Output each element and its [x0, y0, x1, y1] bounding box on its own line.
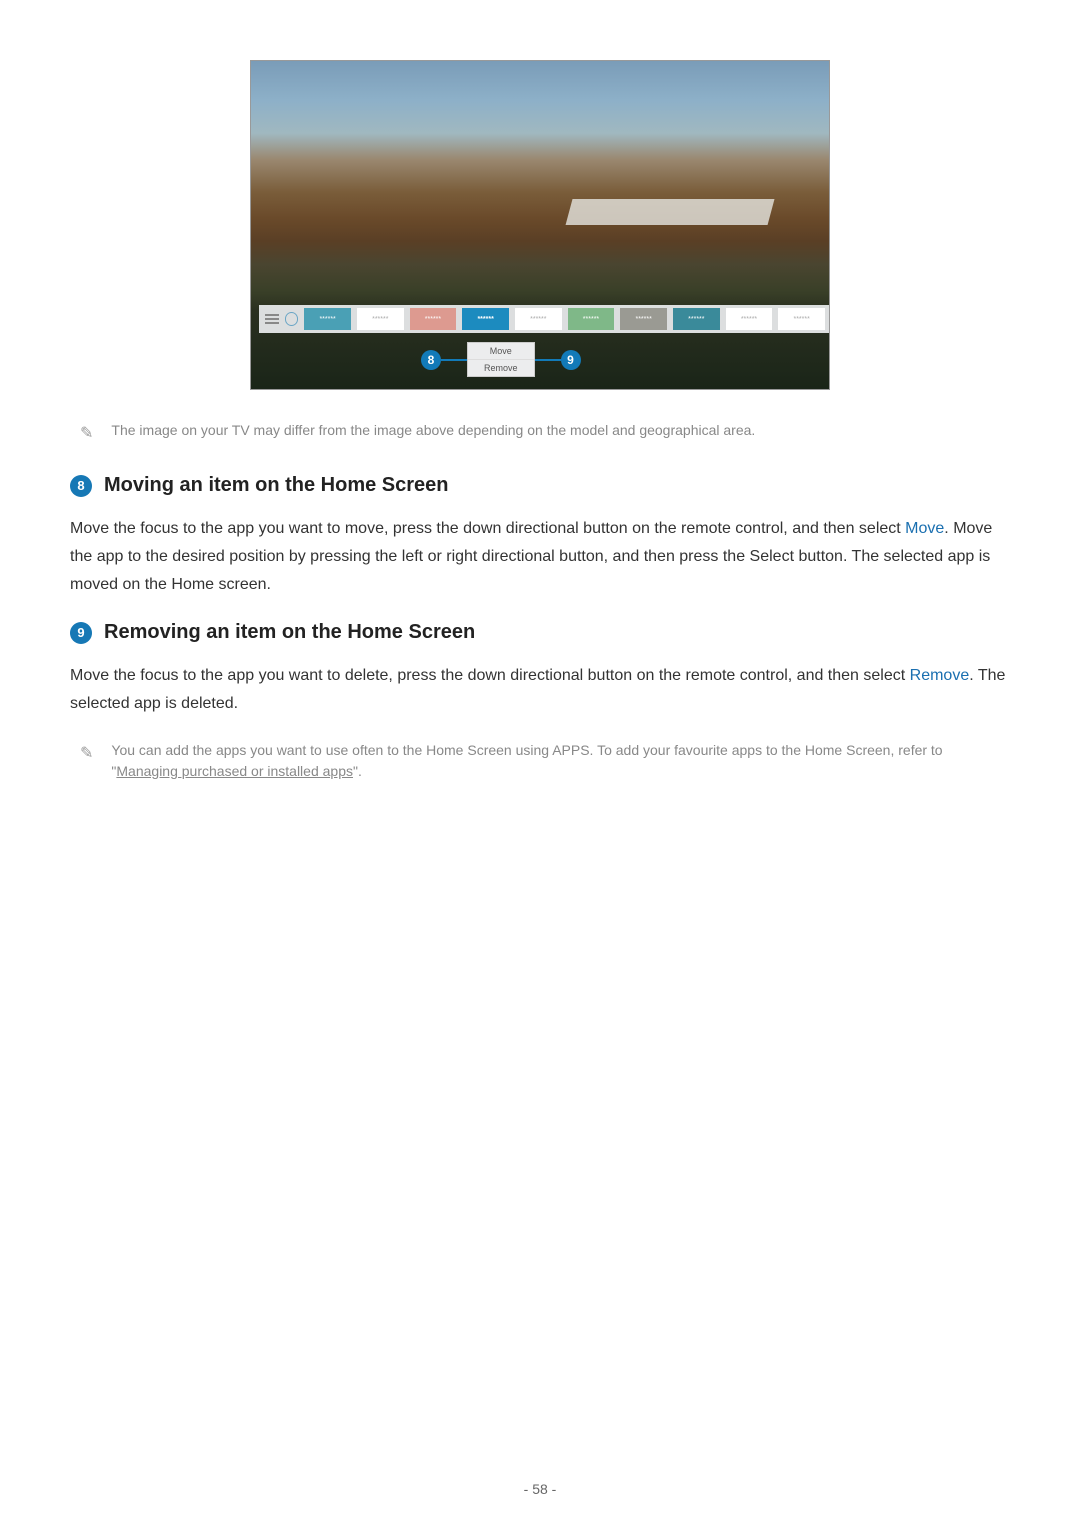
app-tile-selected: ****** [462, 308, 509, 330]
globe-icon [285, 312, 299, 326]
section-9-heading: 9 Removing an item on the Home Screen [70, 621, 1010, 644]
context-popup: Move Remove [467, 342, 535, 377]
highlight-move: Move [905, 520, 944, 537]
app-tile: ****** [568, 308, 615, 330]
app-tile: ****** [410, 308, 457, 330]
tv-screenshot-figure: ****** ****** ****** ****** ****** *****… [250, 60, 830, 390]
section-8-title: Moving an item on the Home Screen [104, 474, 449, 497]
app-tile: ****** [515, 308, 562, 330]
highlight-remove: Remove [910, 667, 970, 684]
mountain-graphic [565, 199, 774, 225]
app-tile: ****** [304, 308, 351, 330]
app-tile: ****** [726, 308, 773, 330]
app-tile: ****** [620, 308, 667, 330]
page-number: - 58 - [0, 1481, 1080, 1497]
section-9-title: Removing an item on the Home Screen [104, 621, 475, 644]
note-add-apps: ✎ You can add the apps you want to use o… [80, 740, 1010, 782]
callout-connector [535, 359, 561, 361]
callout-badge-8: 8 [421, 350, 441, 370]
menu-icon [265, 314, 279, 324]
note-image-differ: ✎ The image on your TV may differ from t… [80, 420, 1010, 446]
home-app-bar: ****** ****** ****** ****** ****** *****… [259, 305, 829, 333]
note-text: The image on your TV may differ from the… [111, 420, 755, 441]
context-popup-row: 8 Move Remove 9 [421, 342, 581, 377]
callout-badge-9: 9 [561, 350, 581, 370]
number-badge-9: 9 [70, 622, 92, 644]
callout-connector [441, 359, 467, 361]
app-tile: ****** [778, 308, 825, 330]
note-text: You can add the apps you want to use oft… [111, 740, 1010, 782]
app-tile: ****** [357, 308, 404, 330]
link-managing-apps[interactable]: Managing purchased or installed apps [116, 763, 353, 779]
pencil-icon: ✎ [80, 742, 93, 766]
section-9-body: Move the focus to the app you want to de… [70, 662, 1010, 718]
app-tile: ****** [673, 308, 720, 330]
pencil-icon: ✎ [80, 422, 93, 446]
section-8-body: Move the focus to the app you want to mo… [70, 515, 1010, 599]
number-badge-8: 8 [70, 475, 92, 497]
section-8-heading: 8 Moving an item on the Home Screen [70, 474, 1010, 497]
popup-remove-label: Remove [468, 360, 534, 376]
popup-move-label: Move [468, 343, 534, 360]
